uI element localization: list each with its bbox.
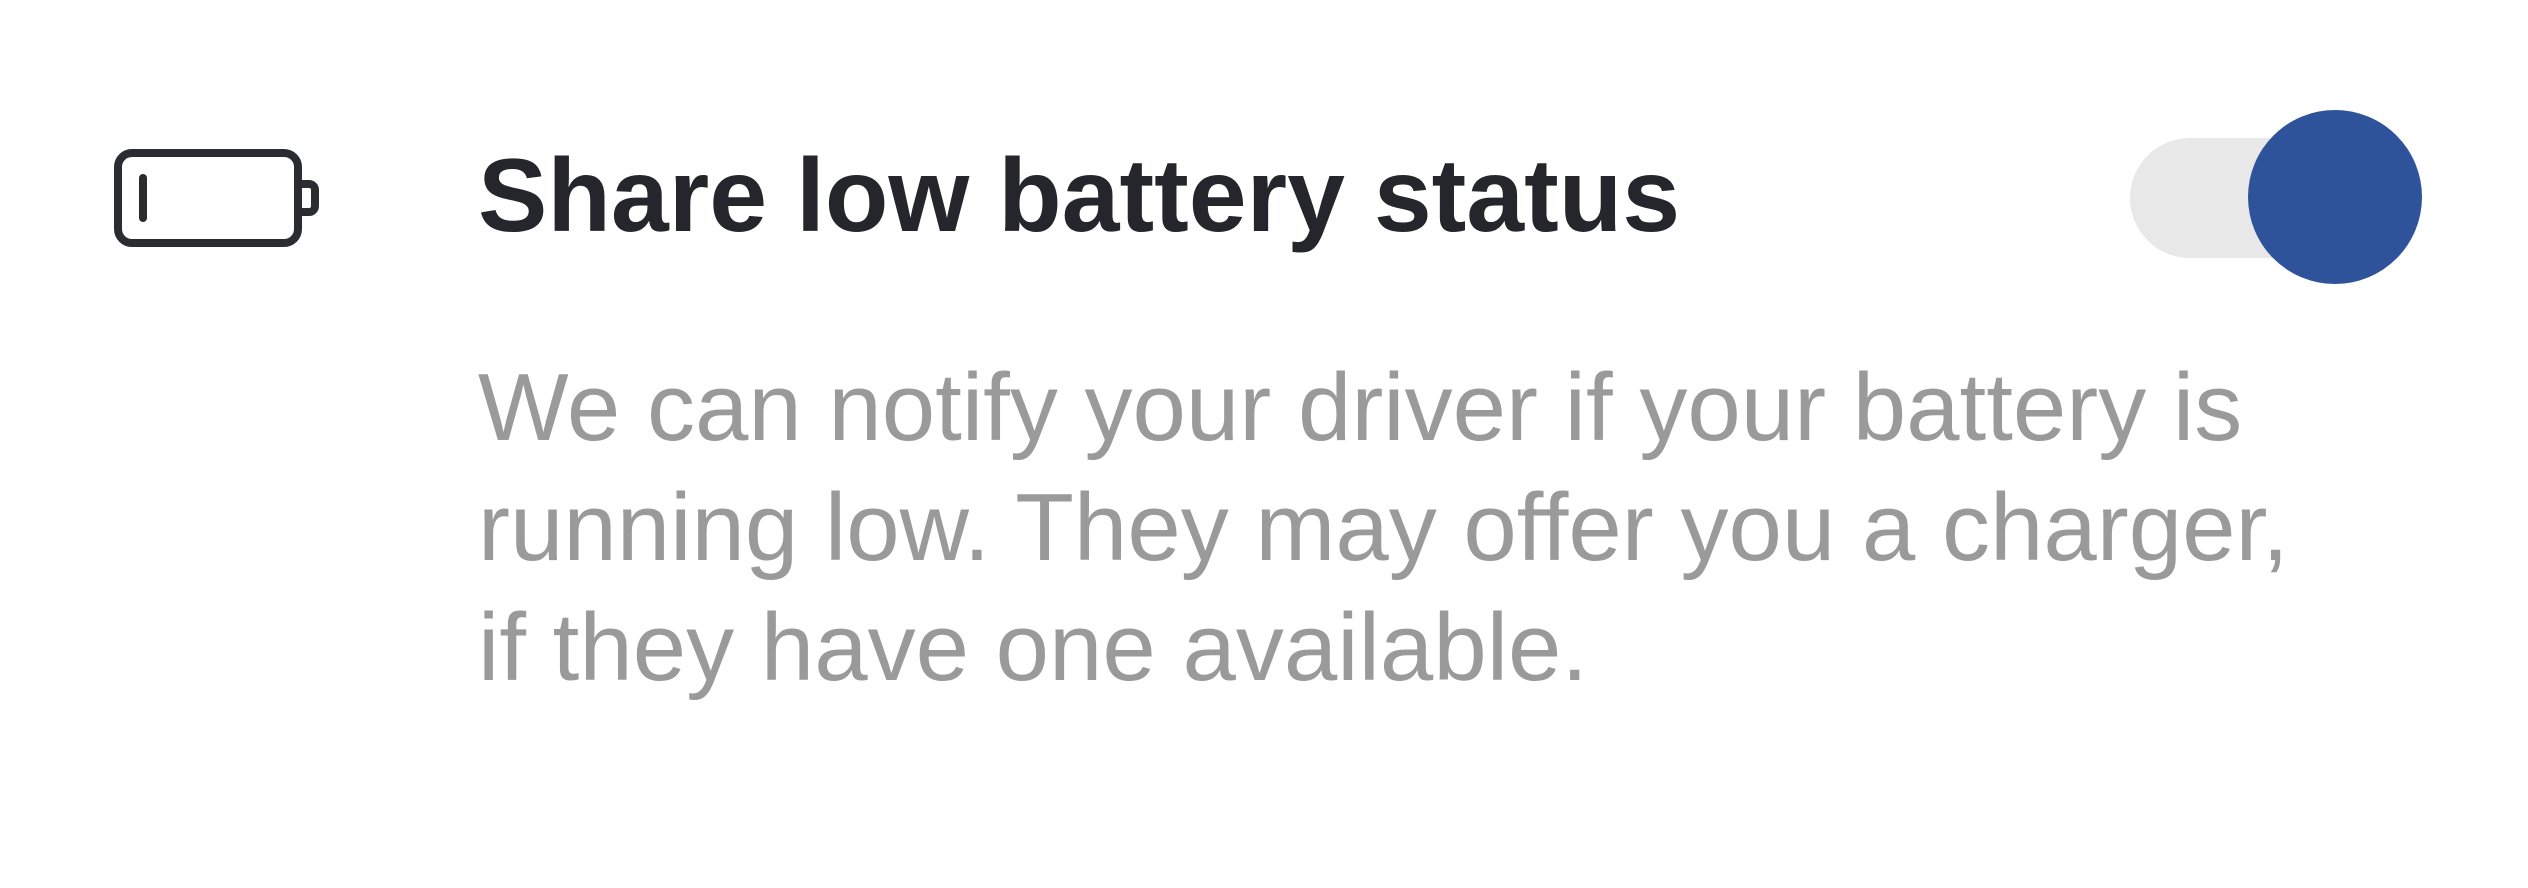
battery-low-icon (114, 149, 319, 247)
setting-title: Share low battery status (478, 138, 1681, 254)
share-low-battery-toggle[interactable] (2130, 110, 2430, 284)
setting-description: We can notify your driver if your batter… (478, 354, 2289, 701)
toggle-knob (2248, 110, 2422, 284)
share-low-battery-setting-row: Share low battery status We can notify y… (0, 0, 2528, 888)
